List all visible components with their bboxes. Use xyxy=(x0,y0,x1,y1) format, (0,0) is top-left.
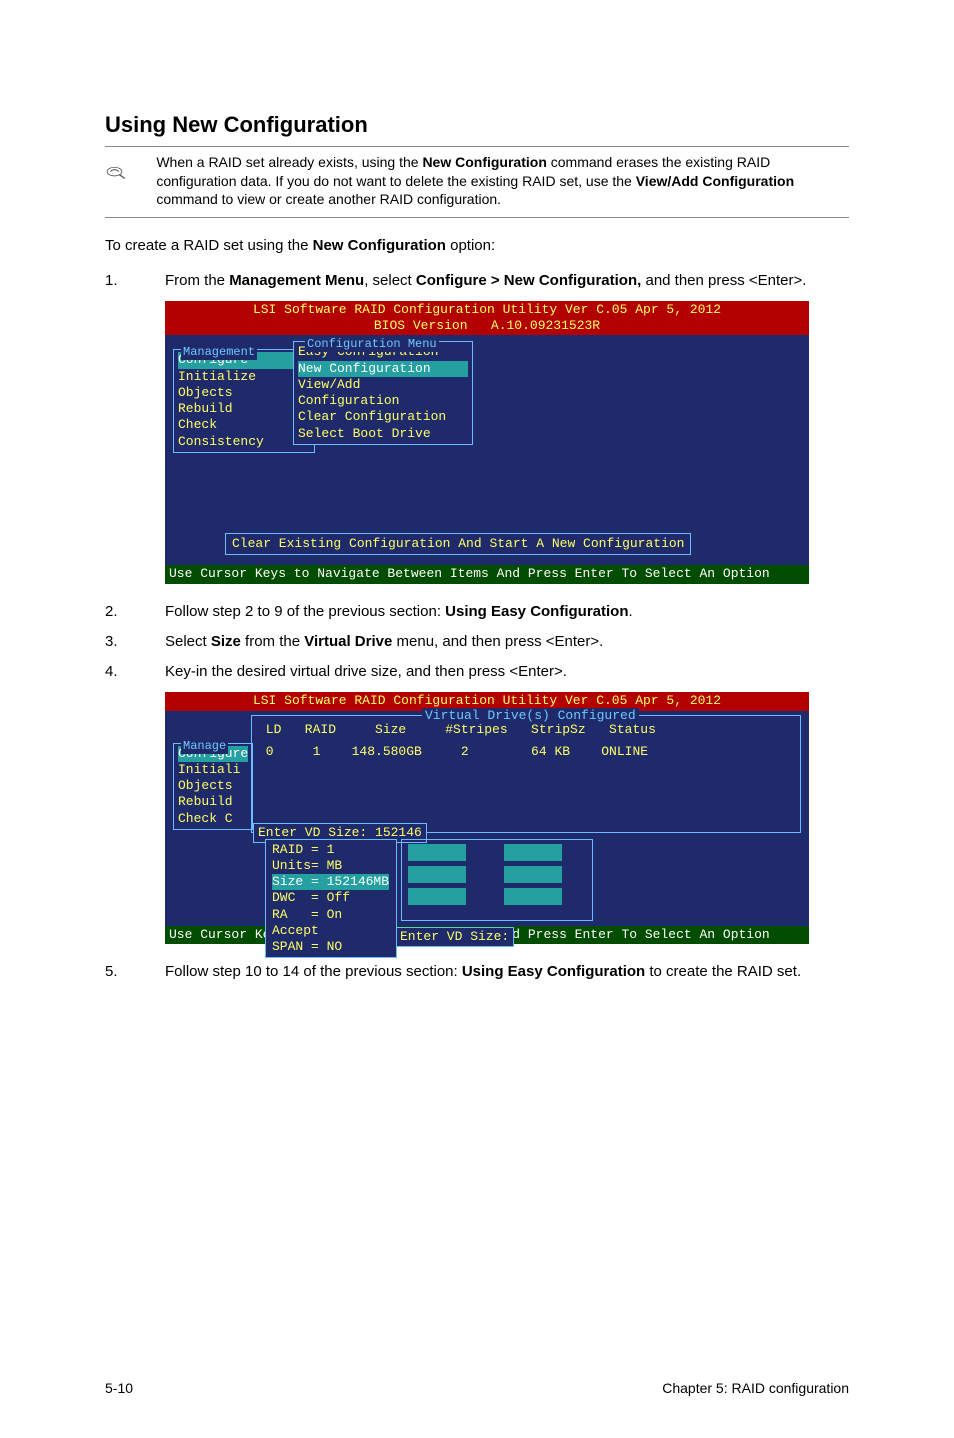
management-menu-title: Management xyxy=(181,345,257,360)
note-part: When a RAID set already exists, using th… xyxy=(156,154,422,170)
txt: From the xyxy=(165,272,229,289)
txt: Follow step 10 to 14 of the previous sec… xyxy=(165,963,462,980)
bios-header-line: LSI Software RAID Configuration Utility … xyxy=(253,693,721,708)
bios-header: LSI Software RAID Configuration Utility … xyxy=(165,301,809,336)
bios-screenshot-1: LSI Software RAID Configuration Utility … xyxy=(165,301,809,584)
note-bold-view-add: View/Add Configuration xyxy=(636,173,794,189)
step-text: Follow step 2 to 9 of the previous secti… xyxy=(165,602,849,622)
txt: menu, and then press <Enter>. xyxy=(392,633,603,650)
step-text: Follow step 10 to 14 of the previous sec… xyxy=(165,962,849,982)
param-dwc[interactable]: DWC = Off xyxy=(272,890,390,906)
steps-list-3: 5. Follow step 10 to 14 of the previous … xyxy=(105,962,849,982)
chapter-label: Chapter 5: RAID configuration xyxy=(662,1379,849,1398)
steps-list-2: 2. Follow step 2 to 9 of the previous se… xyxy=(105,602,849,683)
configuration-menu: Easy Configuration New Configuration Vie… xyxy=(293,341,473,445)
step-5: 5. Follow step 10 to 14 of the previous … xyxy=(105,962,849,982)
cfg-item-view-add[interactable]: View/Add Configuration xyxy=(298,377,468,410)
drive-block xyxy=(504,844,562,861)
menu-item-objects[interactable]: Objects xyxy=(178,385,310,401)
bios-header-line: BIOS Version A.10.09231523R xyxy=(374,318,600,333)
txt: . xyxy=(629,603,633,620)
step-1: 1. From the Management Menu, select Conf… xyxy=(105,271,849,291)
cfg-item-clear[interactable]: Clear Configuration xyxy=(298,409,468,425)
cfg-item-new[interactable]: New Configuration xyxy=(298,361,468,377)
menu-item-objects[interactable]: Objects xyxy=(178,778,248,794)
configuration-menu-title: Configuration Menu xyxy=(305,337,439,352)
param-raid: RAID = 1 xyxy=(272,842,390,858)
note-block: When a RAID set already exists, using th… xyxy=(105,146,849,219)
menu-item-check[interactable]: Check C xyxy=(178,811,248,827)
step-text: Select Size from the Virtual Drive menu,… xyxy=(165,632,849,652)
bold: Virtual Drive xyxy=(304,633,392,650)
bios-header-line: LSI Software RAID Configuration Utility … xyxy=(253,302,721,317)
step-number: 3. xyxy=(105,632,165,652)
management-menu-title: Manage xyxy=(181,739,228,754)
intro-bold: New Configuration xyxy=(313,237,446,254)
virtual-drives-title: Virtual Drive(s) Configured xyxy=(422,708,639,724)
txt: to create the RAID set. xyxy=(645,963,801,980)
step-3: 3. Select Size from the Virtual Drive me… xyxy=(105,632,849,652)
bold: Management Menu xyxy=(229,272,364,289)
param-accept[interactable]: Accept xyxy=(272,923,390,939)
step-2: 2. Follow step 2 to 9 of the previous se… xyxy=(105,602,849,622)
section-title: Using New Configuration xyxy=(105,110,849,140)
steps-list: 1. From the Management Menu, select Conf… xyxy=(105,271,849,291)
page-number: 5-10 xyxy=(105,1379,133,1398)
drive-block xyxy=(408,866,466,883)
bios-screenshot-2: LSI Software RAID Configuration Utility … xyxy=(165,692,809,944)
drive-block xyxy=(408,844,466,861)
bold: Configure > New Configuration, xyxy=(416,272,641,289)
virtual-drives-panel: Virtual Drive(s) Configured LD RAID Size… xyxy=(251,715,801,833)
bios-footer: Use Cursor Keys to Navigate Between Item… xyxy=(165,565,809,583)
drive-blocks-frame xyxy=(401,839,593,921)
drive-block xyxy=(408,888,466,905)
step-text: Key-in the desired virtual drive size, a… xyxy=(165,662,849,682)
step-number: 5. xyxy=(105,962,165,982)
txt: Select xyxy=(165,633,211,650)
bold: Size xyxy=(211,633,241,650)
menu-item-check-consistency[interactable]: Check Consistency xyxy=(178,417,310,450)
menu-item-initialize[interactable]: Initiali xyxy=(178,762,248,778)
drive-block xyxy=(504,866,562,883)
txt: Follow step 2 to 9 of the previous secti… xyxy=(165,603,445,620)
menu-item-rebuild[interactable]: Rebuild xyxy=(178,794,248,810)
status-bar: Clear Existing Configuration And Start A… xyxy=(225,533,691,555)
note-bold-new-config: New Configuration xyxy=(422,154,546,170)
note-part: command to view or create another RAID c… xyxy=(156,191,501,207)
intro-part: option: xyxy=(446,237,495,254)
param-size-selected[interactable]: Size = 152146MB xyxy=(272,874,389,890)
drive-block xyxy=(504,888,562,905)
txt: and then press <Enter>. xyxy=(641,272,806,289)
enter-vd-size-prompt: Enter VD Size: xyxy=(395,927,514,947)
bios-body: Manage Configure Initiali Objects Rebuil… xyxy=(165,711,809,926)
intro-paragraph: To create a RAID set using the New Confi… xyxy=(105,236,849,256)
param-span[interactable]: SPAN = NO xyxy=(272,939,390,955)
bios-body: Management Configure Initialize Objects … xyxy=(165,335,809,565)
param-units: Units= MB xyxy=(272,858,390,874)
txt: from the xyxy=(241,633,304,650)
cfg-item-select-boot[interactable]: Select Boot Drive xyxy=(298,426,468,442)
bold: Using Easy Configuration xyxy=(445,603,628,620)
step-number: 4. xyxy=(105,662,165,682)
menu-item-rebuild[interactable]: Rebuild xyxy=(178,401,310,417)
step-text: From the Management Menu, select Configu… xyxy=(165,271,849,291)
intro-part: To create a RAID set using the xyxy=(105,237,313,254)
step-4: 4. Key-in the desired virtual drive size… xyxy=(105,662,849,682)
virtual-drive-row: 0 1 148.580GB 2 64 KB ONLINE xyxy=(252,738,800,760)
bold: Using Easy Configuration xyxy=(462,963,645,980)
step-number: 1. xyxy=(105,271,165,291)
menu-item-initialize[interactable]: Initialize xyxy=(178,369,310,385)
param-ra[interactable]: RA = On xyxy=(272,907,390,923)
management-menu: Configure Initiali Objects Rebuild Check… xyxy=(173,743,253,830)
txt: , select xyxy=(364,272,416,289)
step-number: 2. xyxy=(105,602,165,622)
note-text: When a RAID set already exists, using th… xyxy=(156,153,849,210)
page-footer: 5-10 Chapter 5: RAID configuration xyxy=(105,1379,849,1398)
vd-params-box: RAID = 1 Units= MB Size = 152146MB DWC =… xyxy=(265,839,397,959)
note-icon xyxy=(105,153,128,191)
